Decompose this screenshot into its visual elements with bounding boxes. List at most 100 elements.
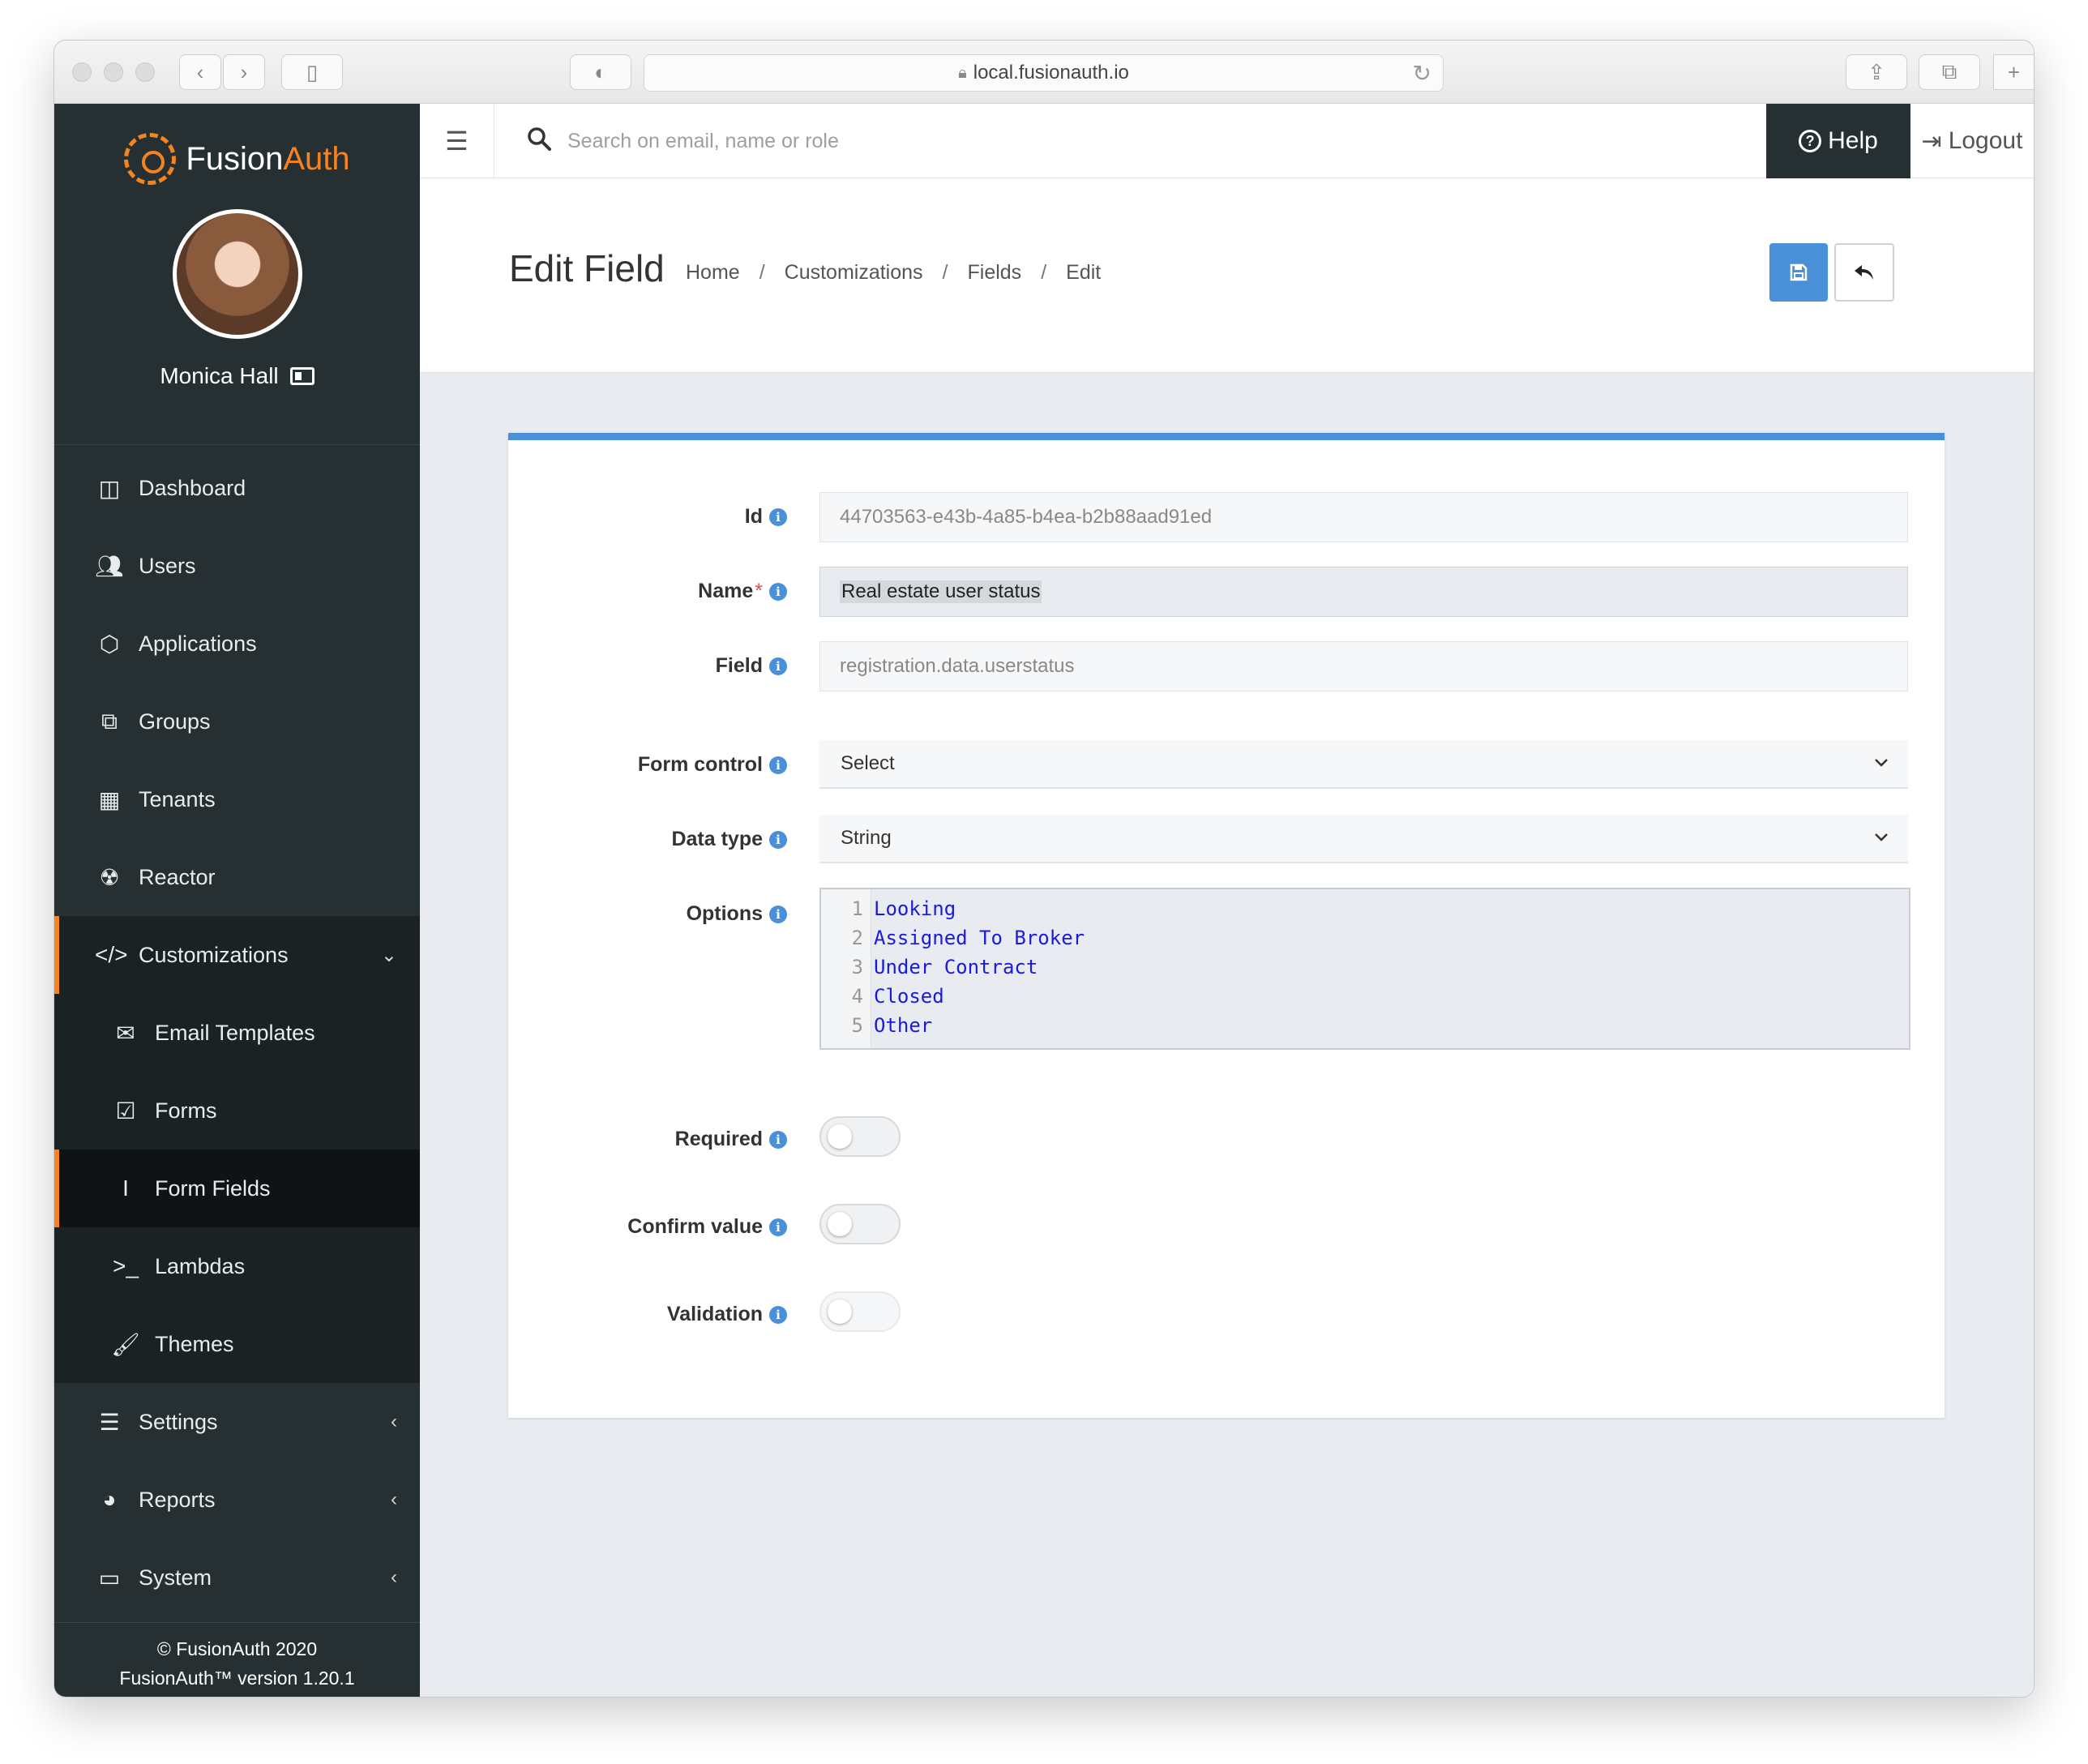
sidebar-footer: © FusionAuth 2020 FusionAuth™ version 1.… bbox=[54, 1622, 420, 1697]
back-button[interactable] bbox=[1834, 243, 1894, 302]
share-icon[interactable]: ⇪ bbox=[1846, 54, 1907, 90]
copyright-text: © FusionAuth 2020 bbox=[156, 1638, 318, 1659]
info-icon[interactable]: i bbox=[769, 756, 787, 774]
chevron-left-icon: ‹ bbox=[391, 1566, 397, 1588]
field-label: Field i bbox=[716, 654, 787, 678]
line-number: 4 bbox=[851, 985, 863, 1008]
help-button[interactable]: ? Help bbox=[1766, 104, 1910, 178]
columns-icon: ◫ bbox=[98, 475, 121, 501]
desktop-icon: ▭ bbox=[98, 1565, 121, 1591]
reload-icon[interactable]: ↻ bbox=[1413, 60, 1431, 87]
reactor-icon: ☢︎ bbox=[99, 864, 120, 890]
id-label-text: Id bbox=[744, 505, 763, 528]
sidebar-item-users[interactable]: 👥︎ Users bbox=[54, 527, 420, 605]
sidebar-item-label: Settings bbox=[139, 1409, 218, 1434]
sidebar-item-customizations[interactable]: </> Customizations ⌄ bbox=[54, 916, 420, 994]
sidebar-item-forms[interactable]: ☑︎ Forms bbox=[54, 1072, 420, 1150]
chevron-left-icon: ‹ bbox=[391, 1488, 397, 1510]
form-control-select[interactable]: Select bbox=[819, 740, 1908, 789]
sidebar-item-tenants[interactable]: ▦ Tenants bbox=[54, 760, 420, 838]
sidebar-nav: ◫ Dashboard 👥︎ Users ⬡ Applications ⧉ Gr… bbox=[54, 449, 420, 1616]
avatar[interactable] bbox=[173, 209, 302, 339]
name-field[interactable]: Real estate user status bbox=[819, 567, 1908, 617]
sidebar-item-groups[interactable]: ⧉ Groups bbox=[54, 683, 420, 760]
info-icon[interactable]: i bbox=[769, 905, 787, 923]
new-tab-icon[interactable]: + bbox=[1993, 54, 2034, 90]
breadcrumb: Home / Customizations / Fields / Edit bbox=[686, 261, 1101, 285]
cube-icon: ⬡ bbox=[99, 631, 120, 657]
brand-accent: Auth bbox=[283, 140, 350, 177]
sidebar-item-themes[interactable]: 🖌︎ Themes bbox=[54, 1305, 420, 1383]
info-icon[interactable]: i bbox=[769, 1218, 787, 1236]
sidebar-item-dashboard[interactable]: ◫ Dashboard bbox=[54, 449, 420, 527]
sidebar-item-label: Applications bbox=[139, 631, 257, 656]
line-number: 5 bbox=[851, 1014, 863, 1037]
toggle-knob bbox=[828, 1212, 852, 1236]
info-icon[interactable]: i bbox=[769, 1130, 787, 1149]
sidebar-item-settings[interactable]: ☰ Settings ‹ bbox=[54, 1383, 420, 1461]
info-icon[interactable]: i bbox=[769, 582, 787, 601]
sidebar-item-label: Lambdas bbox=[155, 1253, 246, 1278]
sidebar-item-reports[interactable]: ◕ Reports ‹ bbox=[54, 1461, 420, 1539]
browser-window: ‹ › ▯ ◐ 🔒︎ local.fusionauth.io ↻ ⇪ ⧉ + F… bbox=[54, 41, 2034, 1697]
option-text: Assigned To Broker bbox=[874, 927, 1085, 949]
sidebar-item-label: Tenants bbox=[139, 786, 216, 811]
data-type-select[interactable]: String bbox=[819, 815, 1908, 863]
sidebar-item-reactor[interactable]: ☢︎ Reactor bbox=[54, 838, 420, 916]
forward-nav-button[interactable]: › bbox=[223, 54, 265, 90]
menu-toggle-icon[interactable]: ☰ bbox=[420, 104, 494, 178]
sidebar-toggle-icon[interactable]: ▯ bbox=[281, 54, 343, 90]
users-icon: 👥︎ bbox=[95, 553, 124, 579]
search-input[interactable] bbox=[567, 122, 1297, 161]
required-toggle[interactable] bbox=[819, 1116, 901, 1157]
tabs-overview-icon[interactable]: ⧉ bbox=[1919, 54, 1980, 90]
address-bar[interactable]: 🔒︎ local.fusionauth.io ↻ bbox=[644, 54, 1444, 92]
sidebar-item-lambdas[interactable]: >_ Lambdas bbox=[54, 1227, 420, 1305]
id-card-icon[interactable] bbox=[289, 367, 314, 385]
sidebar-item-email-templates[interactable]: ✉︎ Email Templates bbox=[54, 994, 420, 1072]
close-window-button[interactable] bbox=[72, 62, 92, 82]
id-field[interactable]: 44703563-e43b-4a85-b4ea-b2b88aad91ed bbox=[819, 492, 1908, 542]
options-label-text: Options bbox=[686, 902, 763, 925]
breadcrumb-customizations[interactable]: Customizations bbox=[785, 261, 923, 285]
data-type-value: String bbox=[841, 827, 892, 849]
form-control-value: Select bbox=[841, 752, 895, 774]
required-label: Required i bbox=[675, 1128, 787, 1151]
info-icon[interactable]: i bbox=[769, 1305, 787, 1324]
url-text: local.fusionauth.io bbox=[973, 62, 1129, 83]
page-title: Edit Field bbox=[509, 247, 665, 289]
sidebar-item-system[interactable]: ▭ System ‹ bbox=[54, 1539, 420, 1616]
envelope-icon: ✉︎ bbox=[116, 1020, 135, 1046]
back-nav-button[interactable]: ‹ bbox=[179, 54, 221, 90]
required-asterisk: * bbox=[755, 580, 763, 602]
option-text: Closed bbox=[874, 985, 944, 1008]
field-key-field[interactable]: registration.data.userstatus bbox=[819, 641, 1908, 691]
breadcrumb-home[interactable]: Home bbox=[686, 261, 740, 285]
breadcrumb-fields[interactable]: Fields bbox=[968, 261, 1022, 285]
minimize-window-button[interactable] bbox=[104, 62, 123, 82]
sidebar-item-form-fields[interactable]: I Form Fields bbox=[54, 1150, 420, 1227]
required-label-text: Required bbox=[674, 1128, 763, 1150]
fusionauth-logo[interactable]: Fusion Auth bbox=[54, 133, 420, 185]
validation-toggle[interactable] bbox=[819, 1291, 901, 1332]
form-control-label-text: Form control bbox=[637, 753, 763, 776]
info-icon[interactable]: i bbox=[769, 507, 787, 526]
zoom-window-button[interactable] bbox=[135, 62, 155, 82]
i-cursor-icon: I bbox=[122, 1175, 129, 1201]
sidebar-item-applications[interactable]: ⬡ Applications bbox=[54, 605, 420, 683]
logout-button[interactable]: ⇥ Logout bbox=[1910, 104, 2034, 178]
code-line: 5 Other bbox=[821, 1011, 1909, 1040]
name-value: Real estate user status bbox=[840, 580, 1042, 603]
info-icon[interactable]: i bbox=[769, 830, 787, 849]
sign-out-icon: ⇥ bbox=[1921, 127, 1942, 155]
info-icon[interactable]: i bbox=[769, 657, 787, 675]
confirm-value-toggle[interactable] bbox=[819, 1204, 901, 1244]
sidebar-item-label: Customizations bbox=[139, 942, 289, 967]
privacy-shield-icon[interactable]: ◐ bbox=[570, 54, 631, 90]
lock-icon: 🔒︎ bbox=[958, 63, 967, 82]
option-text: Looking bbox=[874, 897, 956, 920]
code-line: 3 Under Contract bbox=[821, 953, 1909, 982]
code-line: 1 Looking bbox=[821, 894, 1909, 923]
options-code-editor[interactable]: 1 Looking 2 Assigned To Broker 3 Under C… bbox=[819, 888, 1910, 1050]
save-button[interactable] bbox=[1769, 243, 1828, 302]
